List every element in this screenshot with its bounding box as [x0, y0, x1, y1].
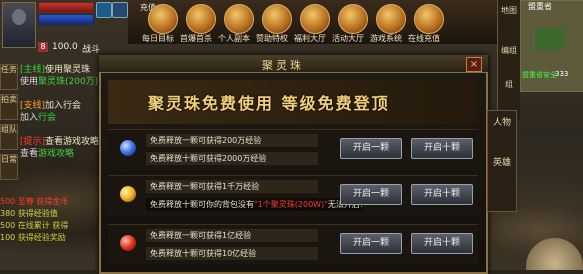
feature-label[interactable]: 福利大厅: [294, 33, 326, 44]
chat-line: 500 至尊 获得金币: [0, 197, 69, 206]
tab-character[interactable]: 人物: [492, 115, 512, 128]
minimap-coords: 333: [555, 70, 569, 78]
minimap-zone-label: 盟重省安全: [522, 71, 557, 79]
minimap-title: 盟重省: [528, 2, 552, 11]
dungeon-icon[interactable]: [224, 4, 254, 34]
open-one-button[interactable]: 开启一颗: [340, 184, 402, 205]
right-tab-strip: 地图 编组 组: [497, 0, 520, 120]
red-orb-icon: [120, 235, 136, 251]
side-button-team[interactable]: 组队: [0, 124, 18, 150]
mp-bar: [38, 14, 94, 25]
chat-log: 500 至尊 获得金币 380 获得经验值 500 在线累计 获得 100 获得…: [0, 196, 100, 268]
quest-desc: 使用: [20, 77, 39, 87]
reward-line-ten: 免费释放十颗可获得10亿经验: [146, 247, 318, 260]
feature-label[interactable]: 首爆首杀: [180, 33, 212, 44]
quest-side-desc[interactable]: 加入行会: [20, 110, 56, 123]
sword-icon[interactable]: [186, 4, 216, 34]
reward-line-single: 免费释放一颗可获得1亿经验: [146, 229, 318, 242]
reward-row: 免费释放一颗可获得1亿经验 免费释放十颗可获得10亿经验 开启一颗 开启十颗: [108, 224, 478, 265]
player-avatar[interactable]: [2, 2, 36, 48]
chat-line: 380 获得经验值: [0, 209, 58, 218]
player-level: 100.0: [52, 42, 78, 52]
crown-icon[interactable]: [262, 4, 292, 34]
quest-link: 聚灵珠(200万): [38, 77, 99, 87]
gold-orb-icon: [120, 186, 136, 202]
feature-label[interactable]: 在线充值: [408, 33, 440, 44]
feature-label[interactable]: 游戏系统: [370, 33, 402, 44]
chat-line: 100 获得经验奖励: [0, 233, 66, 242]
level-badge: 8: [38, 42, 48, 52]
open-ten-button[interactable]: 开启十颗: [411, 184, 473, 205]
open-one-button[interactable]: 开启一颗: [340, 233, 402, 254]
quest-link: 游戏攻略: [38, 149, 75, 159]
warning-message: 免费释放十颗可你的背包没有"1个聚灵珠(200W)"无法开启!: [146, 198, 364, 211]
reward-line-ten: 免费释放十颗可获得2000万经验: [146, 152, 318, 165]
tab-hero[interactable]: 英雄: [492, 155, 512, 168]
quest-log: 任务 拍卖 组队 日常 [主线]使用聚灵珠 使用聚灵珠(200万) [支线]加入…: [0, 60, 100, 200]
feature-label[interactable]: 每日目标: [142, 33, 174, 44]
dialog-title: 聚灵珠: [262, 59, 304, 72]
character-tabs: 人物 英雄: [487, 110, 517, 212]
mail-icon[interactable]: [112, 2, 128, 18]
side-button-task[interactable]: 任务: [0, 64, 18, 90]
gift-icon[interactable]: [300, 4, 330, 34]
system-icon[interactable]: [376, 4, 406, 34]
tab-map[interactable]: 地图: [500, 6, 518, 16]
quest-tip-desc[interactable]: 查看游戏攻略: [20, 146, 74, 159]
warning-item: "1个聚灵珠(200W)": [254, 200, 328, 209]
banner-text: 聚灵珠免费使用 等级免费登顶: [148, 94, 390, 113]
side-button-auction[interactable]: 拍卖: [0, 94, 18, 120]
battle-mode-label[interactable]: 战斗: [82, 42, 100, 55]
feature-label[interactable]: 赞助特权: [256, 33, 288, 44]
side-button-daily[interactable]: 日常: [0, 154, 18, 180]
reward-row: 免费释放一颗可获得200万经验 免费释放十颗可获得2000万经验 开启一颗 开启…: [108, 129, 478, 170]
open-one-button[interactable]: 开启一颗: [340, 138, 402, 159]
recharge-icon[interactable]: [414, 4, 444, 34]
feature-label[interactable]: 个人副本: [218, 33, 250, 44]
open-ten-button[interactable]: 开启十颗: [411, 233, 473, 254]
hp-bar: [38, 2, 94, 13]
warning-text: 免费释放十颗可你的背包没有: [150, 200, 254, 209]
close-button[interactable]: ×: [466, 57, 482, 72]
minimap-safe-zone: [535, 28, 565, 50]
reward-line-single: 免费释放一颗可获得1千万经验: [146, 180, 318, 193]
quest-desc: 加入: [20, 113, 39, 123]
tab-team[interactable]: 组: [500, 80, 518, 90]
reward-line-single: 免费释放一颗可获得200万经验: [146, 134, 318, 147]
chat-line: 500 在线累计 获得: [0, 221, 69, 230]
reward-row: 免费释放一颗可获得1千万经验 免费释放十颗可你的背包没有"1个聚灵珠(200W)…: [108, 175, 478, 216]
bag-icon[interactable]: [96, 2, 112, 18]
blue-orb-icon: [120, 140, 136, 156]
target-icon[interactable]: [148, 4, 178, 34]
quest-main-desc[interactable]: 使用聚灵珠(200万): [20, 74, 98, 87]
quest-link: 行会: [38, 113, 57, 123]
tab-group[interactable]: 编组: [500, 46, 518, 56]
quest-desc: 查看: [20, 149, 39, 159]
open-ten-button[interactable]: 开启十颗: [411, 138, 473, 159]
event-icon[interactable]: [338, 4, 368, 34]
feature-label[interactable]: 活动大厅: [332, 33, 364, 44]
